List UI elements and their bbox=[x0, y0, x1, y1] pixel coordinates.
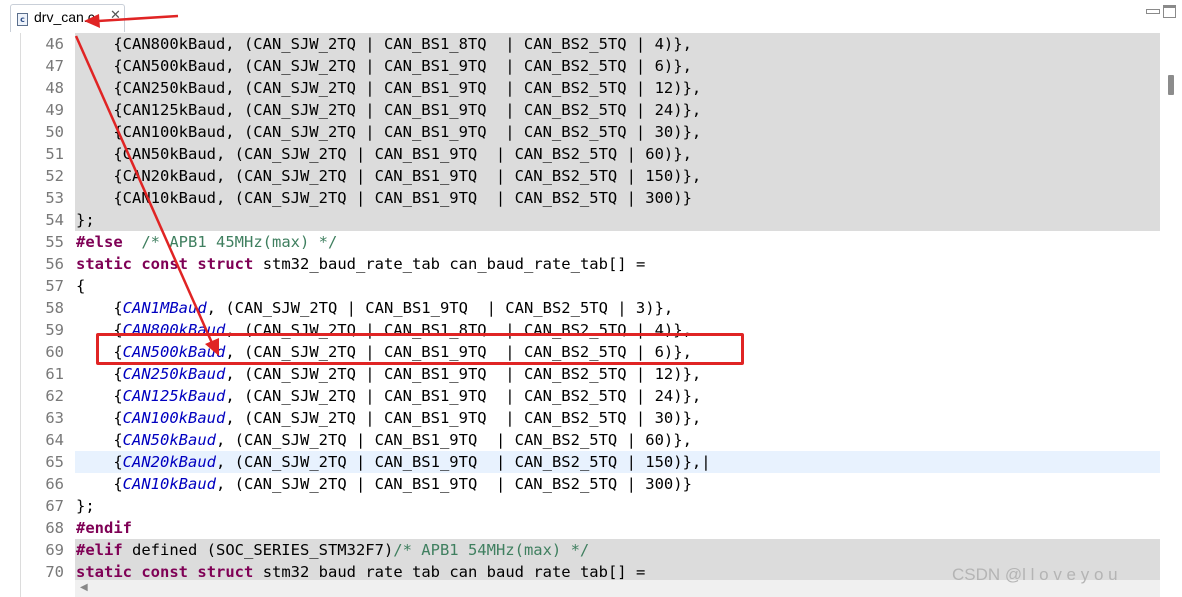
watermark: CSDN @l l o v e y o u bbox=[952, 565, 1118, 584]
arrow-head-tab-icon bbox=[84, 14, 100, 28]
arrow-to-tab bbox=[97, 14, 179, 23]
annotation-arrows bbox=[74, 14, 219, 356]
arrow-to-line-60 bbox=[74, 35, 214, 344]
